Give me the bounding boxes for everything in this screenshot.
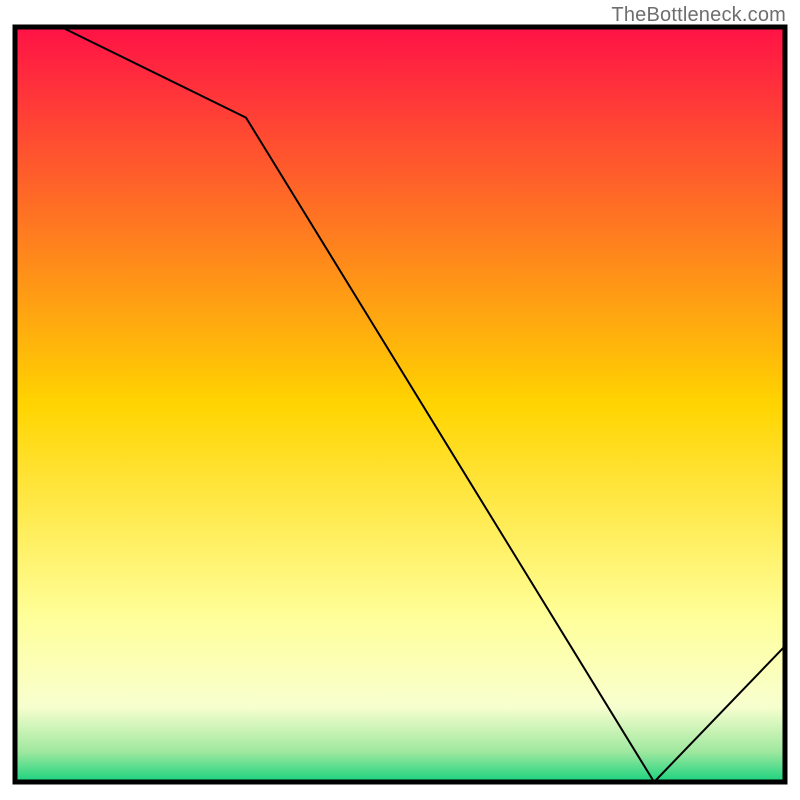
chart-container: TheBottleneck.com [0, 0, 800, 800]
plot-background [15, 27, 785, 782]
chart-svg [0, 0, 800, 800]
